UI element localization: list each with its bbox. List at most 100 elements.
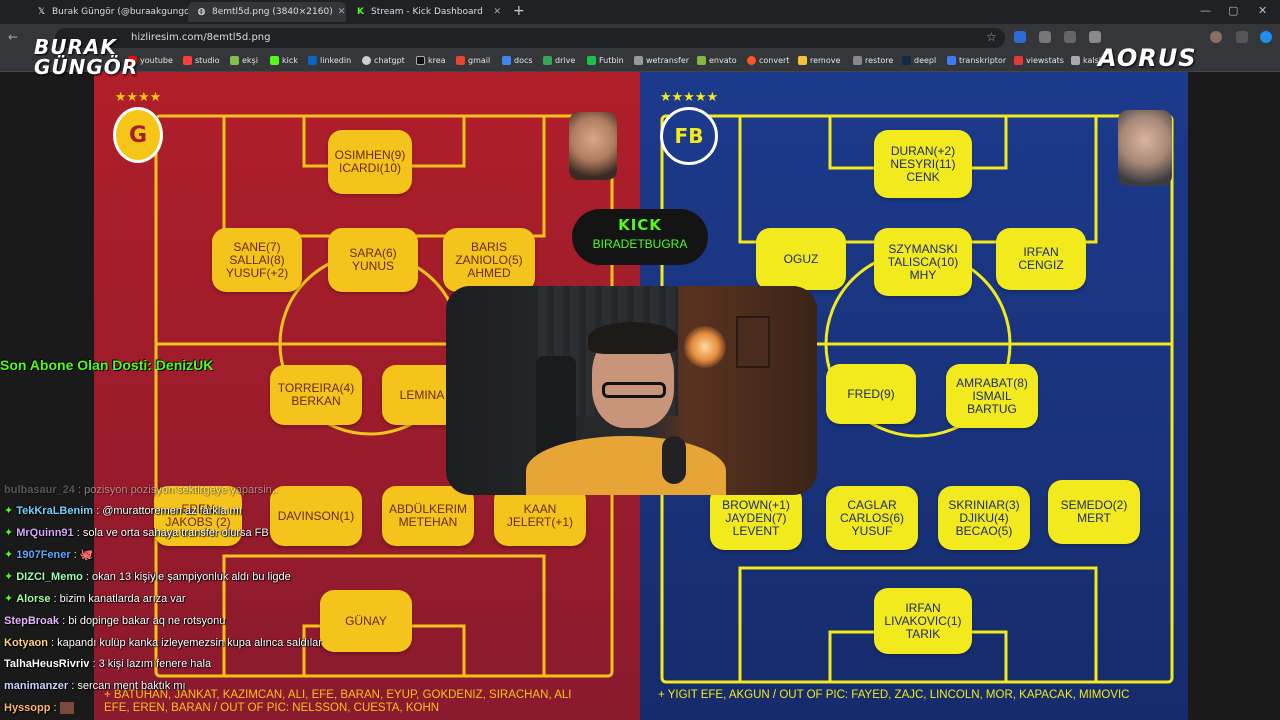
streamer-watermark: BURAK GÜNGÖR bbox=[34, 35, 139, 79]
chat-username: StepBroak bbox=[4, 615, 60, 627]
back-icon[interactable]: ← bbox=[8, 30, 18, 44]
chat-username: DIZCI_Memo bbox=[16, 571, 83, 583]
bookmark-futbin[interactable]: Futbin bbox=[587, 56, 624, 65]
chat-message: StepBroak : bi dopinge bakar aq ne rotsy… bbox=[4, 615, 226, 627]
remove-icon bbox=[798, 56, 807, 65]
bookmark-studio[interactable]: studio bbox=[183, 56, 220, 65]
chat-message: manimanzer : sercan ment baktık mı bbox=[4, 680, 186, 692]
tab-label: Burak Güngör (@buraakgungor) / X bbox=[52, 7, 188, 17]
bookmark-chatgpt[interactable]: chatgpt bbox=[362, 56, 405, 65]
restore-icon bbox=[853, 56, 862, 65]
kick-logo-icon bbox=[270, 56, 279, 65]
settings-icon[interactable] bbox=[1089, 31, 1101, 43]
close-window-icon[interactable]: ✕ bbox=[1258, 4, 1267, 17]
player-card-left-wing: SANE(7) SALLAI(8) YUSUF(+2) bbox=[212, 228, 302, 292]
sub-badge-icon: ✦ bbox=[4, 549, 14, 561]
chat-username: 1907Fener bbox=[16, 549, 71, 561]
player-card-goalkeeper: IRFAN LIVAKOVIC(1) TARIK bbox=[874, 588, 972, 654]
bookmark-label: chatgpt bbox=[374, 56, 405, 65]
kick-logo-icon: K bbox=[357, 6, 364, 17]
wetransfer-icon bbox=[634, 56, 643, 65]
bookmark-transkriptor[interactable]: transkriptor bbox=[947, 56, 1006, 65]
minimize-icon[interactable]: — bbox=[1200, 4, 1211, 17]
bookmark-label: viewstats bbox=[1026, 56, 1064, 65]
bookmark-gmail[interactable]: gmail bbox=[456, 56, 490, 65]
bookmark-drive[interactable]: drive bbox=[543, 56, 575, 65]
sub-badge-icon: ✦ bbox=[4, 593, 14, 605]
browser-tab-strip: 𝕏 Burak Güngör (@buraakgungor) / X ✕ ◍ 8… bbox=[0, 0, 1280, 24]
viewstats-icon bbox=[1014, 56, 1023, 65]
player-names: OSIMHEN(9) ICARDI(10) bbox=[334, 148, 406, 175]
tab-image[interactable]: ◍ 8emtl5d.png (3840×2160) ✕ bbox=[188, 2, 346, 22]
player-card-center-back-right: ABDÜLKERIM METEHAN bbox=[382, 486, 474, 546]
bookmark-label: docs bbox=[514, 56, 533, 65]
coach-photo bbox=[1118, 110, 1172, 186]
sub-badge-icon: ✦ bbox=[4, 571, 14, 583]
bookmark-label: studio bbox=[195, 56, 220, 65]
bookmark-eksi[interactable]: ekşi bbox=[230, 56, 258, 65]
player-names: GÜNAY bbox=[345, 613, 387, 628]
streamer-shirt bbox=[526, 436, 726, 495]
envato-icon bbox=[697, 56, 706, 65]
bookmark-deepl[interactable]: deepl bbox=[902, 56, 936, 65]
bookmark-kick[interactable]: kick bbox=[270, 56, 298, 65]
bookmark-convert[interactable]: convert bbox=[747, 56, 789, 65]
convert-icon bbox=[747, 56, 756, 65]
chat-message: ✦ MrQuinn91 : sola ve orta sahaya transfe… bbox=[4, 527, 269, 539]
microphone-icon bbox=[662, 436, 686, 484]
url-field[interactable]: hizliresim.com/8emtl5d.png bbox=[55, 28, 1005, 48]
chat-text: sola ve orta sahaya transfer olursa FB bbox=[82, 527, 269, 539]
kick-channel-badge: KICK BIRADETBUGRA bbox=[572, 209, 708, 265]
wall-frame bbox=[736, 316, 770, 368]
avatar[interactable] bbox=[1210, 31, 1222, 43]
bookmark-remove[interactable]: remove bbox=[798, 56, 840, 65]
player-names: OGUZ bbox=[783, 251, 819, 266]
camera-icon[interactable] bbox=[1039, 31, 1051, 43]
subscriber-alert: Son Abone Olan Dosti: DenizUK bbox=[0, 357, 214, 373]
sub-badge-icon: ✦ bbox=[4, 505, 14, 517]
eksi-icon bbox=[230, 56, 239, 65]
chat-username: manimanzer bbox=[4, 680, 69, 692]
player-names: KAAN JELERT(+1) bbox=[506, 502, 574, 529]
chat-emote: 🐙 bbox=[79, 549, 94, 561]
formula-icon[interactable] bbox=[1064, 31, 1076, 43]
streamer-hair bbox=[588, 322, 678, 354]
copilot-icon[interactable] bbox=[1260, 31, 1272, 43]
bookmark-label: drive bbox=[555, 56, 576, 65]
coach-photo bbox=[569, 112, 617, 180]
bookmark-krea[interactable]: krea bbox=[416, 56, 446, 65]
player-names: SEMEDO(2) MERT bbox=[1060, 498, 1128, 525]
chat-text: 3 kişi lazım fenere hala bbox=[98, 658, 212, 670]
tab-kick-dashboard[interactable]: K Stream - Kick Dashboard ✕ bbox=[347, 2, 509, 22]
menu-icon[interactable] bbox=[1236, 31, 1248, 43]
bookmark-wetransfer[interactable]: wetransfer bbox=[634, 56, 689, 65]
player-names: IRFAN LIVAKOVIC(1) TARIK bbox=[884, 600, 962, 641]
close-icon[interactable]: ✕ bbox=[493, 7, 501, 17]
bookmark-docs[interactable]: docs bbox=[502, 56, 533, 65]
tab-label: 8emtl5d.png (3840×2160) bbox=[212, 7, 333, 17]
player-card-striker: DURAN(+2) NESYRI(11) CENK bbox=[874, 130, 972, 198]
futbin-icon bbox=[587, 56, 596, 65]
new-tab-icon[interactable]: + bbox=[513, 3, 525, 19]
chat-message: ✦ TekKraLBenim : @murattoremen az farkla … bbox=[4, 505, 242, 517]
bookmark-label: kick bbox=[282, 56, 298, 65]
bookmark-label: Futbin bbox=[599, 56, 624, 65]
tab-twitter[interactable]: 𝕏 Burak Güngör (@buraakgungor) / X ✕ bbox=[28, 2, 188, 22]
bookmark-linkedin[interactable]: linkedin bbox=[308, 56, 351, 65]
maximize-icon[interactable]: ▢ bbox=[1228, 4, 1238, 17]
chat-message: ✦ 1907Fener : 🐙 bbox=[4, 549, 94, 561]
screen: { "browser": { "tabs": [ {"label": "Bura… bbox=[0, 0, 1280, 720]
chat-message: Kotyaon : kapandı kulüp kanka izleyemezs… bbox=[4, 637, 322, 649]
player-names: BARIS ZANIOLO(5) AHMED bbox=[455, 239, 523, 280]
player-names: IRFAN CENGIZ bbox=[1018, 245, 1064, 272]
bookmark-envato[interactable]: envato bbox=[697, 56, 737, 65]
close-icon[interactable]: ✕ bbox=[338, 7, 346, 17]
extension-icon[interactable] bbox=[1014, 31, 1026, 43]
bookmark-label: remove bbox=[810, 56, 841, 65]
star-icon[interactable]: ☆ bbox=[986, 30, 997, 44]
player-card-right-back: SEMEDO(2) MERT bbox=[1048, 480, 1140, 544]
bookmark-restore[interactable]: restore bbox=[853, 56, 893, 65]
bookmark-viewstats[interactable]: viewstats bbox=[1014, 56, 1064, 65]
player-names: TORREIRA(4) BERKAN bbox=[277, 381, 355, 408]
bookmark-label: linkedin bbox=[320, 56, 352, 65]
